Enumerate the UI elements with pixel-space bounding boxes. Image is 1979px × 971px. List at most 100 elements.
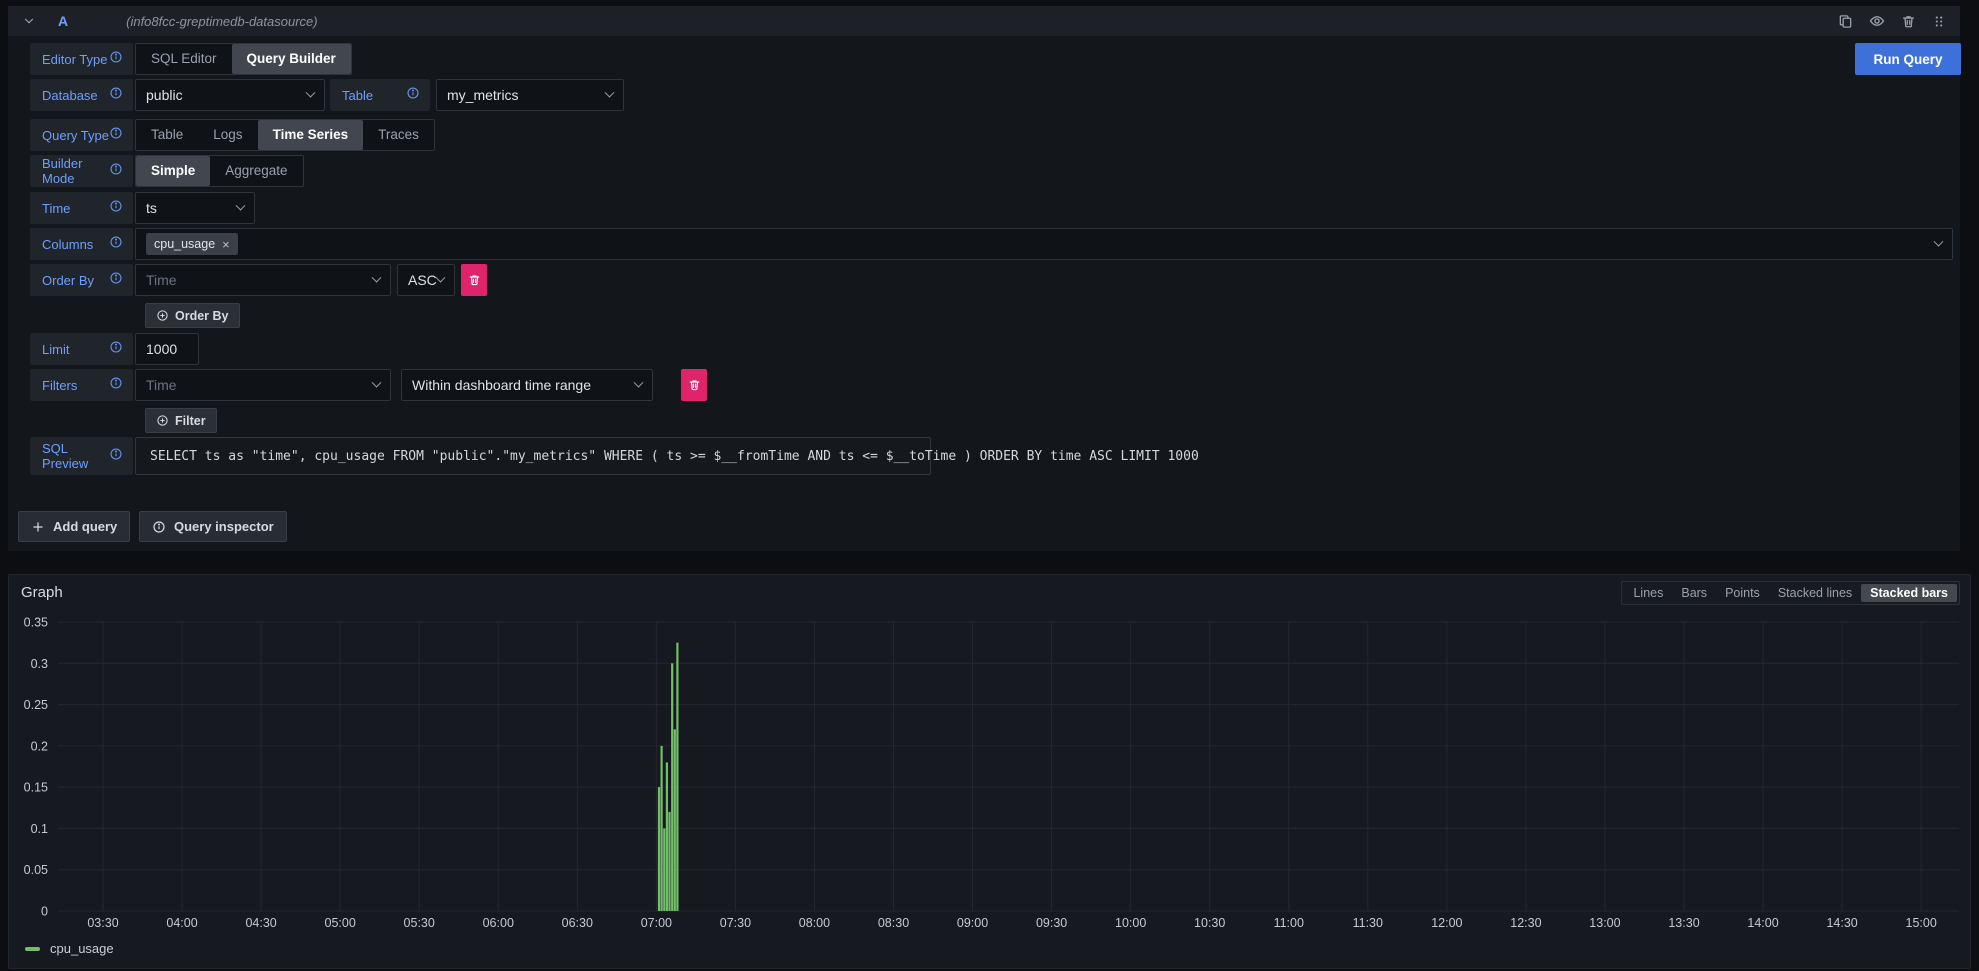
query-editor-panel: A (info8fcc-greptimedb-datasource) Run Q… — [8, 6, 1960, 551]
svg-text:07:00: 07:00 — [641, 916, 672, 930]
table-value: my_metrics — [447, 87, 519, 103]
drag-handle-icon[interactable] — [1932, 14, 1946, 29]
svg-text:04:30: 04:30 — [245, 916, 276, 930]
builder-mode-option-aggregate[interactable]: Aggregate — [210, 156, 302, 186]
legend-series-marker — [25, 947, 40, 951]
add-order-by-button[interactable]: Order By — [145, 303, 240, 328]
hide-query-eye-icon[interactable] — [1869, 13, 1885, 29]
query-type-radio-group: Table Logs Time Series Traces — [135, 119, 435, 151]
svg-text:12:00: 12:00 — [1431, 916, 1462, 930]
editor-type-radio-group: SQL Editor Query Builder — [135, 43, 352, 75]
database-label-box: Database — [30, 79, 133, 111]
query-type-label: Query Type — [42, 128, 109, 143]
svg-text:0.1: 0.1 — [31, 822, 48, 836]
svg-text:14:00: 14:00 — [1747, 916, 1778, 930]
query-header-actions — [1838, 13, 1946, 29]
filter-condition-select[interactable]: Within dashboard time range — [401, 369, 653, 401]
query-type-option-logs[interactable]: Logs — [198, 120, 257, 150]
filters-label: Filters — [42, 378, 77, 393]
remove-order-by-button[interactable] — [461, 264, 487, 296]
chevron-down-icon — [1934, 236, 1944, 246]
run-query-button[interactable]: Run Query — [1855, 43, 1961, 75]
order-by-column-select[interactable]: Time — [135, 264, 391, 296]
add-query-label: Add query — [53, 519, 117, 534]
editor-type-label-box: Editor Type — [30, 43, 133, 75]
query-inspector-label: Query inspector — [174, 519, 274, 534]
columns-label-box: Columns — [30, 228, 133, 260]
limit-input[interactable]: 1000 — [135, 333, 199, 365]
graph-legend[interactable]: cpu_usage — [25, 941, 114, 956]
column-tag-label: cpu_usage — [154, 237, 215, 251]
chevron-down-icon — [236, 200, 246, 210]
svg-text:08:00: 08:00 — [799, 916, 830, 930]
svg-text:05:30: 05:30 — [404, 916, 435, 930]
datasource-name: (info8fcc-greptimedb-datasource) — [126, 14, 317, 29]
sql-preview-code: SELECT ts as "time", cpu_usage FROM "pub… — [135, 437, 931, 475]
graph-chart[interactable]: 00.050.10.150.20.250.30.3503:3004:0004:3… — [9, 575, 1970, 968]
info-icon[interactable] — [109, 376, 123, 395]
chevron-down-icon — [372, 377, 382, 387]
time-label-box: Time — [30, 192, 133, 224]
builder-mode-label-box: Builder Mode — [30, 155, 133, 187]
query-ref-id[interactable]: A — [58, 13, 68, 29]
remove-column-icon[interactable]: × — [222, 238, 230, 251]
svg-text:0.2: 0.2 — [31, 739, 48, 753]
duplicate-query-icon[interactable] — [1838, 14, 1853, 29]
filter-column-value: Time — [146, 377, 177, 393]
database-label: Database — [42, 88, 98, 103]
query-type-option-table[interactable]: Table — [136, 120, 198, 150]
columns-multiselect[interactable]: cpu_usage × — [135, 228, 1953, 260]
database-select[interactable]: public — [135, 79, 325, 111]
editor-type-option-sql-editor[interactable]: SQL Editor — [136, 44, 232, 74]
sql-preview-label-box: SQL Preview — [30, 437, 133, 475]
svg-text:0.35: 0.35 — [24, 616, 48, 630]
info-icon[interactable] — [109, 271, 123, 290]
query-row-header[interactable]: A (info8fcc-greptimedb-datasource) — [8, 6, 1960, 36]
svg-text:06:00: 06:00 — [483, 916, 514, 930]
svg-text:04:00: 04:00 — [166, 916, 197, 930]
builder-mode-label: Builder Mode — [42, 156, 109, 186]
delete-query-trash-icon[interactable] — [1901, 14, 1916, 29]
info-icon[interactable] — [109, 199, 123, 218]
chevron-down-icon — [605, 87, 615, 97]
remove-filter-button[interactable] — [681, 369, 707, 401]
filter-condition-value: Within dashboard time range — [412, 377, 591, 393]
query-inspector-button[interactable]: Query inspector — [139, 511, 287, 542]
filter-column-select[interactable]: Time — [135, 369, 391, 401]
svg-text:13:30: 13:30 — [1668, 916, 1699, 930]
add-order-by-label: Order By — [175, 309, 229, 323]
query-type-option-time-series[interactable]: Time Series — [258, 120, 364, 150]
time-column-select[interactable]: ts — [135, 192, 255, 224]
chevron-down-icon — [436, 272, 446, 282]
sql-preview-label: SQL Preview — [42, 441, 109, 471]
svg-text:0.25: 0.25 — [24, 698, 48, 712]
svg-text:0: 0 — [41, 905, 48, 919]
table-select[interactable]: my_metrics — [436, 79, 624, 111]
info-icon[interactable] — [109, 86, 123, 105]
time-column-value: ts — [146, 200, 157, 216]
builder-mode-option-simple[interactable]: Simple — [136, 156, 210, 186]
info-icon[interactable] — [109, 235, 123, 254]
add-query-button[interactable]: Add query — [18, 511, 130, 542]
order-by-direction-select[interactable]: ASC — [397, 264, 455, 296]
columns-label: Columns — [42, 237, 93, 252]
svg-text:11:30: 11:30 — [1353, 916, 1383, 930]
info-icon[interactable] — [406, 86, 420, 105]
info-icon[interactable] — [109, 340, 123, 359]
query-type-label-box: Query Type — [30, 119, 133, 151]
info-icon[interactable] — [109, 447, 123, 466]
chevron-down-icon — [372, 272, 382, 282]
collapse-chevron-icon[interactable] — [22, 14, 36, 28]
chevron-down-icon — [306, 87, 316, 97]
sql-preview-text: SELECT ts as "time", cpu_usage FROM "pub… — [150, 449, 1199, 464]
column-tag: cpu_usage × — [146, 233, 238, 255]
editor-type-option-query-builder[interactable]: Query Builder — [232, 44, 351, 74]
add-filter-button[interactable]: Filter — [145, 408, 217, 433]
info-icon[interactable] — [109, 126, 123, 145]
order-by-label-box: Order By — [30, 264, 133, 296]
info-icon[interactable] — [109, 50, 123, 69]
info-icon[interactable] — [109, 162, 123, 181]
query-type-option-traces[interactable]: Traces — [363, 120, 434, 150]
builder-mode-radio-group: Simple Aggregate — [135, 155, 304, 187]
order-by-column-value: Time — [146, 272, 177, 288]
